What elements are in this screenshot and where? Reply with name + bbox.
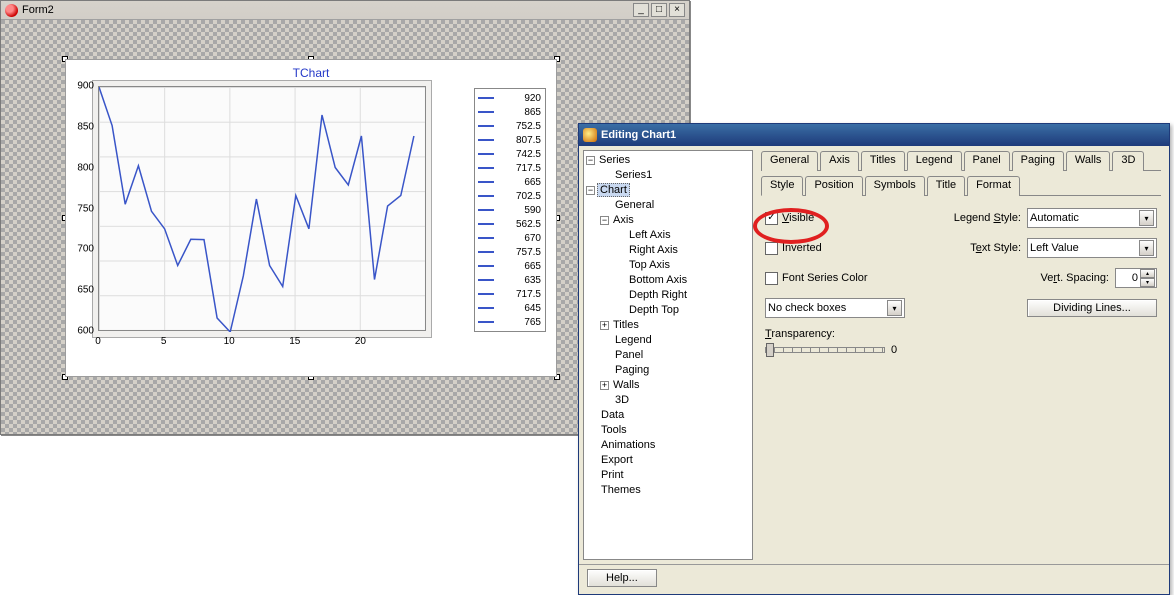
tree-depth-top[interactable]: Depth Top (627, 304, 681, 316)
expand-icon[interactable]: − (600, 216, 609, 225)
minimize-button[interactable]: _ (633, 3, 649, 17)
dialog-titlebar[interactable]: Editing Chart1 (579, 124, 1169, 146)
tree-depth-right[interactable]: Depth Right (627, 289, 689, 301)
legend-style-combo[interactable]: Automatic▾ (1027, 208, 1157, 228)
inverted-checkbox[interactable] (765, 242, 778, 255)
tab-walls[interactable]: Walls (1066, 151, 1110, 171)
dialog-icon (583, 128, 597, 142)
text-style-combo[interactable]: Left Value▾ (1027, 238, 1157, 258)
window-title: Form2 (22, 4, 633, 16)
maximize-button[interactable]: □ (651, 3, 667, 17)
tab-panel[interactable]: Panel (964, 151, 1010, 171)
visible-checkbox[interactable] (765, 212, 778, 225)
chevron-down-icon[interactable]: ▾ (1139, 210, 1154, 226)
tree-chart[interactable]: Chart (597, 183, 630, 197)
legend-style-label: Legend Style: (954, 212, 1021, 224)
tree-left-axis[interactable]: Left Axis (627, 229, 673, 241)
tree-titles[interactable]: Titles (611, 319, 641, 331)
chevron-down-icon[interactable]: ▾ (1139, 240, 1154, 256)
tree-series1[interactable]: Series1 (613, 169, 654, 181)
tree-panel[interactable]: Panel (613, 349, 645, 361)
tree-paging[interactable]: Paging (613, 364, 651, 376)
tree-axis[interactable]: Axis (611, 214, 636, 226)
tab-general[interactable]: General (761, 151, 818, 171)
slider-thumb[interactable] (766, 343, 774, 357)
inverted-label: Inverted (782, 242, 822, 254)
main-tabs: General Axis Titles Legend Panel Paging … (761, 150, 1161, 171)
tab-3d[interactable]: 3D (1112, 151, 1144, 171)
dialog-footer: Help... (579, 564, 1169, 594)
chart-legend: 920865752.5807.5742.5717.5665702.5590562… (474, 88, 546, 332)
help-button[interactable]: Help... (587, 569, 657, 587)
tree-series[interactable]: Series (597, 154, 632, 166)
chevron-down-icon[interactable]: ▾ (887, 300, 902, 316)
vert-spacing-spinner[interactable]: ▴▾ (1115, 268, 1157, 288)
y-axis-labels: 900850800750700650600 (66, 86, 96, 331)
expand-icon[interactable]: − (586, 156, 595, 165)
font-series-color-checkbox[interactable] (765, 272, 778, 285)
tree-tools[interactable]: Tools (599, 424, 629, 436)
subtab-style[interactable]: Style (761, 176, 803, 196)
tree-bottom-axis[interactable]: Bottom Axis (627, 274, 689, 286)
series-line (99, 87, 427, 332)
expand-icon[interactable]: + (600, 321, 609, 330)
tree-right-axis[interactable]: Right Axis (627, 244, 680, 256)
tree-top-axis[interactable]: Top Axis (627, 259, 672, 271)
dividing-lines-button[interactable]: Dividing Lines... (1027, 299, 1157, 317)
subtab-format[interactable]: Format (967, 176, 1020, 196)
expand-icon[interactable]: − (586, 186, 595, 195)
expand-icon[interactable]: + (600, 381, 609, 390)
tree-animations[interactable]: Animations (599, 439, 657, 451)
tree-data[interactable]: Data (599, 409, 626, 421)
text-style-label: Text Style: (970, 242, 1021, 254)
dialog-title-text: Editing Chart1 (601, 129, 676, 141)
tree-walls[interactable]: Walls (611, 379, 641, 391)
subtab-title[interactable]: Title (927, 176, 965, 196)
tree-general[interactable]: General (613, 199, 656, 211)
app-icon (5, 4, 18, 17)
font-series-color-label: Font Series Color (782, 272, 868, 284)
vert-spacing-label: Vert. Spacing: (1040, 272, 1109, 284)
visible-label: Visible (782, 212, 814, 224)
chart-title: TChart (66, 66, 556, 80)
tab-axis[interactable]: Axis (820, 151, 859, 171)
spin-up-icon[interactable]: ▴ (1140, 269, 1155, 278)
right-panel: General Axis Titles Legend Panel Paging … (757, 146, 1169, 564)
tree-themes[interactable]: Themes (599, 484, 643, 496)
tab-legend[interactable]: Legend (907, 151, 962, 171)
tab-paging[interactable]: Paging (1012, 151, 1064, 171)
subtab-position[interactable]: Position (805, 176, 862, 196)
tree-export[interactable]: Export (599, 454, 635, 466)
tree-panel[interactable]: −Series Series1 −Chart General −Axis Lef… (583, 150, 753, 560)
spin-down-icon[interactable]: ▾ (1140, 278, 1155, 287)
subtab-symbols[interactable]: Symbols (865, 176, 925, 196)
plot-area (98, 86, 426, 331)
sub-tabs: Style Position Symbols Title Format (761, 175, 1161, 196)
transparency-slider[interactable] (765, 347, 885, 353)
tab-titles[interactable]: Titles (861, 151, 905, 171)
transparency-label: Transparency: (765, 328, 1157, 340)
transparency-value: 0 (891, 344, 897, 356)
checkboxes-combo[interactable]: No check boxes▾ (765, 298, 905, 318)
vert-spacing-input[interactable] (1116, 271, 1140, 285)
tree-print[interactable]: Print (599, 469, 626, 481)
tchart-control[interactable]: TChart 900850800750700650600 05101520 92… (65, 59, 557, 377)
tree-legend[interactable]: Legend (613, 334, 654, 346)
tree-3d[interactable]: 3D (613, 394, 631, 406)
close-button[interactable]: × (669, 3, 685, 17)
form2-titlebar[interactable]: Form2 _ □ × (1, 1, 689, 20)
editing-chart-dialog: Editing Chart1 −Series Series1 −Chart Ge… (578, 123, 1170, 595)
